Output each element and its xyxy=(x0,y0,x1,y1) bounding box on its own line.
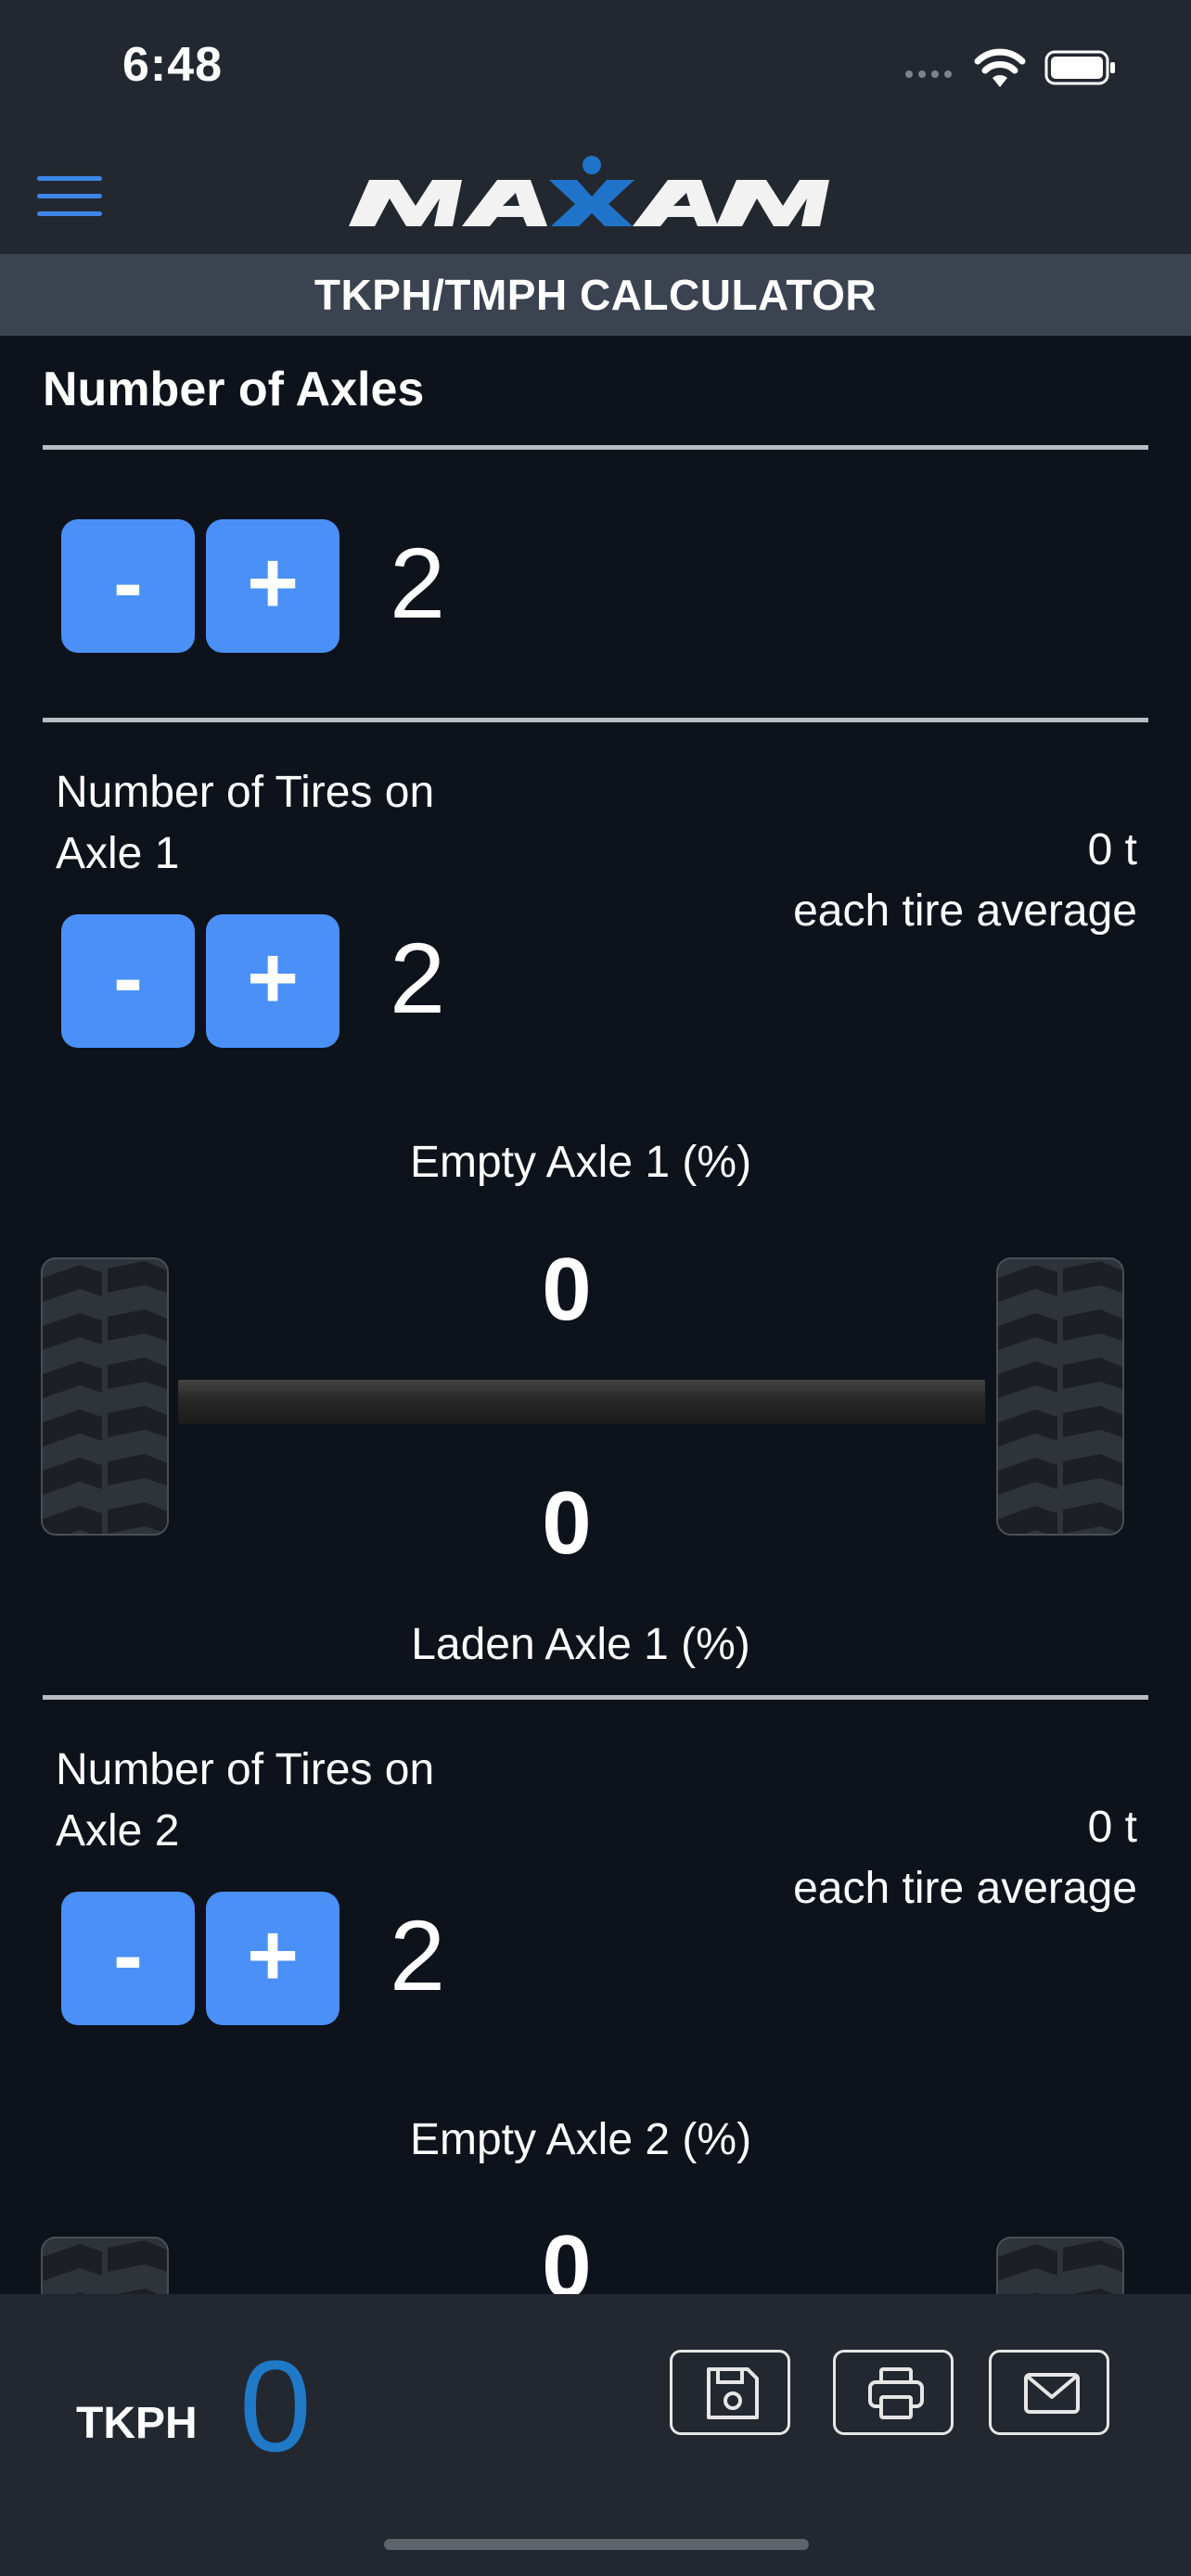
axle1-laden-label: Laden Axle 1 (%) xyxy=(411,1620,750,1669)
battery-icon xyxy=(1044,50,1115,85)
home-indicator[interactable] xyxy=(384,2539,809,2550)
axle2-tire-count: 2 xyxy=(390,1899,446,2011)
result-bar: TKPH 0 xyxy=(0,2294,1191,2576)
axle2-plus-button[interactable]: + xyxy=(206,1892,339,2025)
axle1-tire-count: 2 xyxy=(390,922,446,1034)
print-button[interactable] xyxy=(833,2350,954,2435)
page-title: TKPH/TMPH CALCULATOR xyxy=(0,254,1191,336)
save-icon xyxy=(707,2367,759,2419)
status-time: 6:48 xyxy=(122,38,224,92)
axle2-tire-average: 0 t each tire average xyxy=(793,1803,1137,1913)
signal-icon xyxy=(905,70,952,78)
axle1-minus-button[interactable]: - xyxy=(61,914,195,1048)
result-value: 0 xyxy=(239,2333,312,2479)
print-icon xyxy=(868,2367,924,2419)
email-button[interactable] xyxy=(989,2350,1109,2435)
axle1-laden-value[interactable]: 0 xyxy=(0,1473,1133,1575)
axle1-tire-average: 0 t each tire average xyxy=(793,825,1137,936)
axle2-tires-label: Number of Tires on Axle 2 xyxy=(56,1745,435,1855)
menu-icon[interactable] xyxy=(37,176,102,217)
axle2-empty-value[interactable]: 0 xyxy=(0,2216,1133,2294)
axles-count: 2 xyxy=(390,527,446,639)
axle1-tires-label: Number of Tires on Axle 1 xyxy=(56,768,435,878)
axles-minus-button[interactable]: - xyxy=(61,519,195,653)
nav-bar xyxy=(0,139,1191,254)
status-bar: 6:48 xyxy=(0,0,1191,139)
axle1-empty-value[interactable]: 0 xyxy=(0,1239,1133,1341)
axle1-plus-button[interactable]: + xyxy=(206,914,339,1048)
calculator-content[interactable]: Number of Axles - + 2 Number of Tires on… xyxy=(0,336,1191,2294)
divider xyxy=(43,445,1148,450)
axles-section-title: Number of Axles xyxy=(43,363,425,416)
axle2-empty-label: Empty Axle 2 (%) xyxy=(409,2115,752,2164)
axle2-minus-button[interactable]: - xyxy=(61,1892,195,2025)
right-tire-image xyxy=(996,2237,1124,2294)
divider xyxy=(43,718,1148,722)
axle1-bar xyxy=(178,1380,985,1424)
axles-plus-button[interactable]: + xyxy=(206,519,339,653)
wifi-icon xyxy=(974,48,1026,87)
left-tire-image xyxy=(41,2237,169,2294)
save-button[interactable] xyxy=(670,2350,790,2435)
mail-icon xyxy=(1024,2373,1080,2414)
brand-logo xyxy=(349,156,829,226)
result-label: TKPH xyxy=(76,2399,198,2448)
divider xyxy=(43,1695,1148,1700)
axle1-empty-label: Empty Axle 1 (%) xyxy=(409,1138,752,1187)
